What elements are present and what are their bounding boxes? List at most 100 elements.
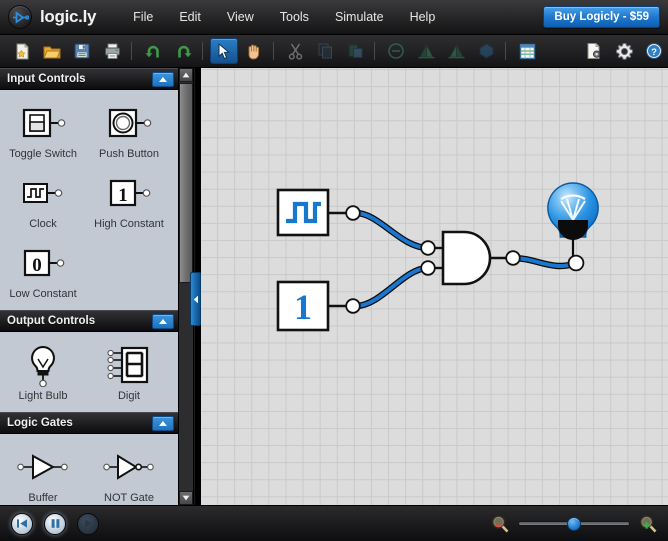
restart-rewind-icon	[17, 519, 27, 528]
restart-simulation-button[interactable]	[11, 512, 33, 535]
menu-item-edit[interactable]: Edit	[166, 5, 214, 29]
sidebar-component-label: Light Bulb	[18, 390, 68, 402]
zoom-slider[interactable]	[518, 516, 630, 531]
toolbar-separator	[131, 42, 132, 60]
zoom-slider-thumb[interactable]	[567, 516, 581, 531]
menu-item-tools[interactable]: Tools	[267, 5, 322, 29]
toolbar-separator	[374, 42, 375, 60]
component-sidebar: Input Controls Toggle Switch Push Button…	[0, 68, 180, 505]
menu-item-view[interactable]: View	[214, 5, 267, 29]
truth-table-button[interactable]	[513, 38, 541, 64]
gear-icon[interactable]	[610, 38, 638, 64]
scroll-down-arrow-icon[interactable]	[179, 491, 193, 505]
toolbar-separator	[273, 42, 274, 60]
svg-text:0: 0	[32, 255, 42, 276]
panel-header-output-controls[interactable]: Output Controls	[0, 310, 180, 332]
clock-component[interactable]	[276, 188, 361, 237]
panel-title-logic-gates: Logic Gates	[7, 417, 73, 429]
circuit-canvas[interactable]: 1	[201, 68, 668, 505]
sidebar-component-high-constant[interactable]: 1 High Constant	[86, 166, 172, 236]
buy-logicly-button[interactable]: Buy Logicly - $59	[543, 6, 660, 28]
pause-simulation-button[interactable]	[44, 512, 66, 535]
magnifier-plus-icon[interactable]	[638, 514, 658, 534]
wire-clock-to-and-input-a[interactable]	[355, 209, 429, 252]
menu-item-list: File Edit View Tools Simulate Help	[120, 5, 448, 29]
align-left-button[interactable]	[412, 38, 440, 64]
save-document-button[interactable]	[68, 38, 96, 64]
toolbar-separator	[505, 42, 506, 60]
sidebar-component-label: Clock	[29, 218, 57, 230]
sidebar-component-clock[interactable]: Clock	[0, 166, 86, 236]
pan-tool-button[interactable]	[240, 38, 268, 64]
sidebar-component-light-bulb[interactable]: Light Bulb	[0, 338, 86, 408]
select-tool-button[interactable]	[210, 38, 238, 64]
collapse-up-arrow-icon[interactable]	[152, 72, 174, 87]
cut-button[interactable]	[281, 38, 309, 64]
svg-text:?: ?	[651, 47, 657, 58]
sidebar-component-label: NOT Gate	[104, 492, 154, 504]
collapse-up-arrow-icon[interactable]	[152, 314, 174, 329]
new-document-button[interactable]	[8, 38, 36, 64]
push-button-icon	[103, 100, 155, 146]
panel-title-input-controls: Input Controls	[7, 73, 86, 85]
sidebar-scrollbar-thumb[interactable]	[179, 83, 193, 283]
redo-button[interactable]	[169, 38, 197, 64]
wire-constant-to-and-input-b[interactable]	[355, 264, 429, 310]
high-constant-component[interactable]: 1	[276, 280, 361, 332]
panel-header-logic-gates[interactable]: Logic Gates	[0, 412, 180, 434]
light-bulb-icon	[17, 342, 69, 388]
print-button[interactable]	[98, 38, 126, 64]
align-right-button[interactable]	[442, 38, 470, 64]
copy-button[interactable]	[311, 38, 339, 64]
toggle-switch-icon	[17, 100, 69, 146]
app-logo: logic.ly	[8, 5, 96, 29]
main-toolbar: ?	[0, 35, 668, 68]
document-properties-button[interactable]	[580, 38, 608, 64]
magnifier-minus-icon[interactable]	[490, 514, 510, 534]
collapse-left-arrow-icon[interactable]	[190, 272, 201, 326]
clock-square-wave-icon	[17, 170, 69, 216]
high-constant-value: 1	[294, 287, 312, 327]
minus-circle-icon[interactable]	[382, 38, 410, 64]
sidebar-component-label: High Constant	[94, 218, 164, 230]
menu-item-simulate[interactable]: Simulate	[322, 5, 397, 29]
sidebar-component-label: Digit	[117, 390, 140, 402]
collapse-up-arrow-icon[interactable]	[152, 416, 174, 431]
seven-segment-digit-icon	[101, 342, 157, 388]
circuit-diagram: 1	[276, 182, 599, 332]
group-button[interactable]	[472, 38, 500, 64]
light-bulb-component[interactable]	[547, 182, 599, 272]
panel-title-output-controls: Output Controls	[7, 315, 96, 327]
sidebar-component-push-button[interactable]: Push Button	[86, 96, 172, 166]
pause-icon	[51, 519, 59, 528]
sidebar-component-label: Push Button	[99, 148, 159, 160]
open-document-button[interactable]	[38, 38, 66, 64]
wire-and-output-to-bulb[interactable]	[512, 254, 578, 270]
panel-body-output-controls: Light Bulb Digit	[0, 332, 180, 412]
menu-item-help[interactable]: Help	[397, 5, 449, 29]
undo-button[interactable]	[139, 38, 167, 64]
paste-button[interactable]	[341, 38, 369, 64]
buffer-gate-logo-icon	[8, 5, 32, 29]
not-gate-icon	[101, 444, 157, 490]
menu-item-file[interactable]: File	[120, 5, 166, 29]
and-gate-component[interactable]	[420, 230, 521, 286]
panel-body-logic-gates: Buffer NOT Gate	[0, 434, 180, 505]
panel-body-input-controls: Toggle Switch Push Button Clock 1 High C…	[0, 90, 180, 310]
svg-text:1: 1	[118, 185, 128, 206]
sidebar-component-buffer[interactable]: Buffer	[0, 440, 86, 505]
sidebar-component-low-constant[interactable]: 0 Low Constant	[0, 236, 86, 306]
question-mark-help-icon[interactable]: ?	[640, 38, 668, 64]
sidebar-component-label: Low Constant	[9, 288, 77, 300]
step-simulation-button	[77, 512, 99, 535]
app-logo-text: logic.ly	[40, 7, 97, 26]
sidebar-component-digit[interactable]: Digit	[86, 338, 172, 408]
low-constant-zero-icon: 0	[17, 240, 69, 286]
sidebar-component-not-gate[interactable]: NOT Gate	[86, 440, 172, 505]
step-forward-icon	[84, 519, 92, 528]
logicly-application-window: logic.ly File Edit View Tools Simulate H…	[0, 0, 668, 541]
panel-header-input-controls[interactable]: Input Controls	[0, 68, 180, 90]
sidebar-component-toggle-switch[interactable]: Toggle Switch	[0, 96, 86, 166]
scroll-up-arrow-icon[interactable]	[179, 68, 193, 82]
sidebar-component-label: Toggle Switch	[9, 148, 77, 160]
